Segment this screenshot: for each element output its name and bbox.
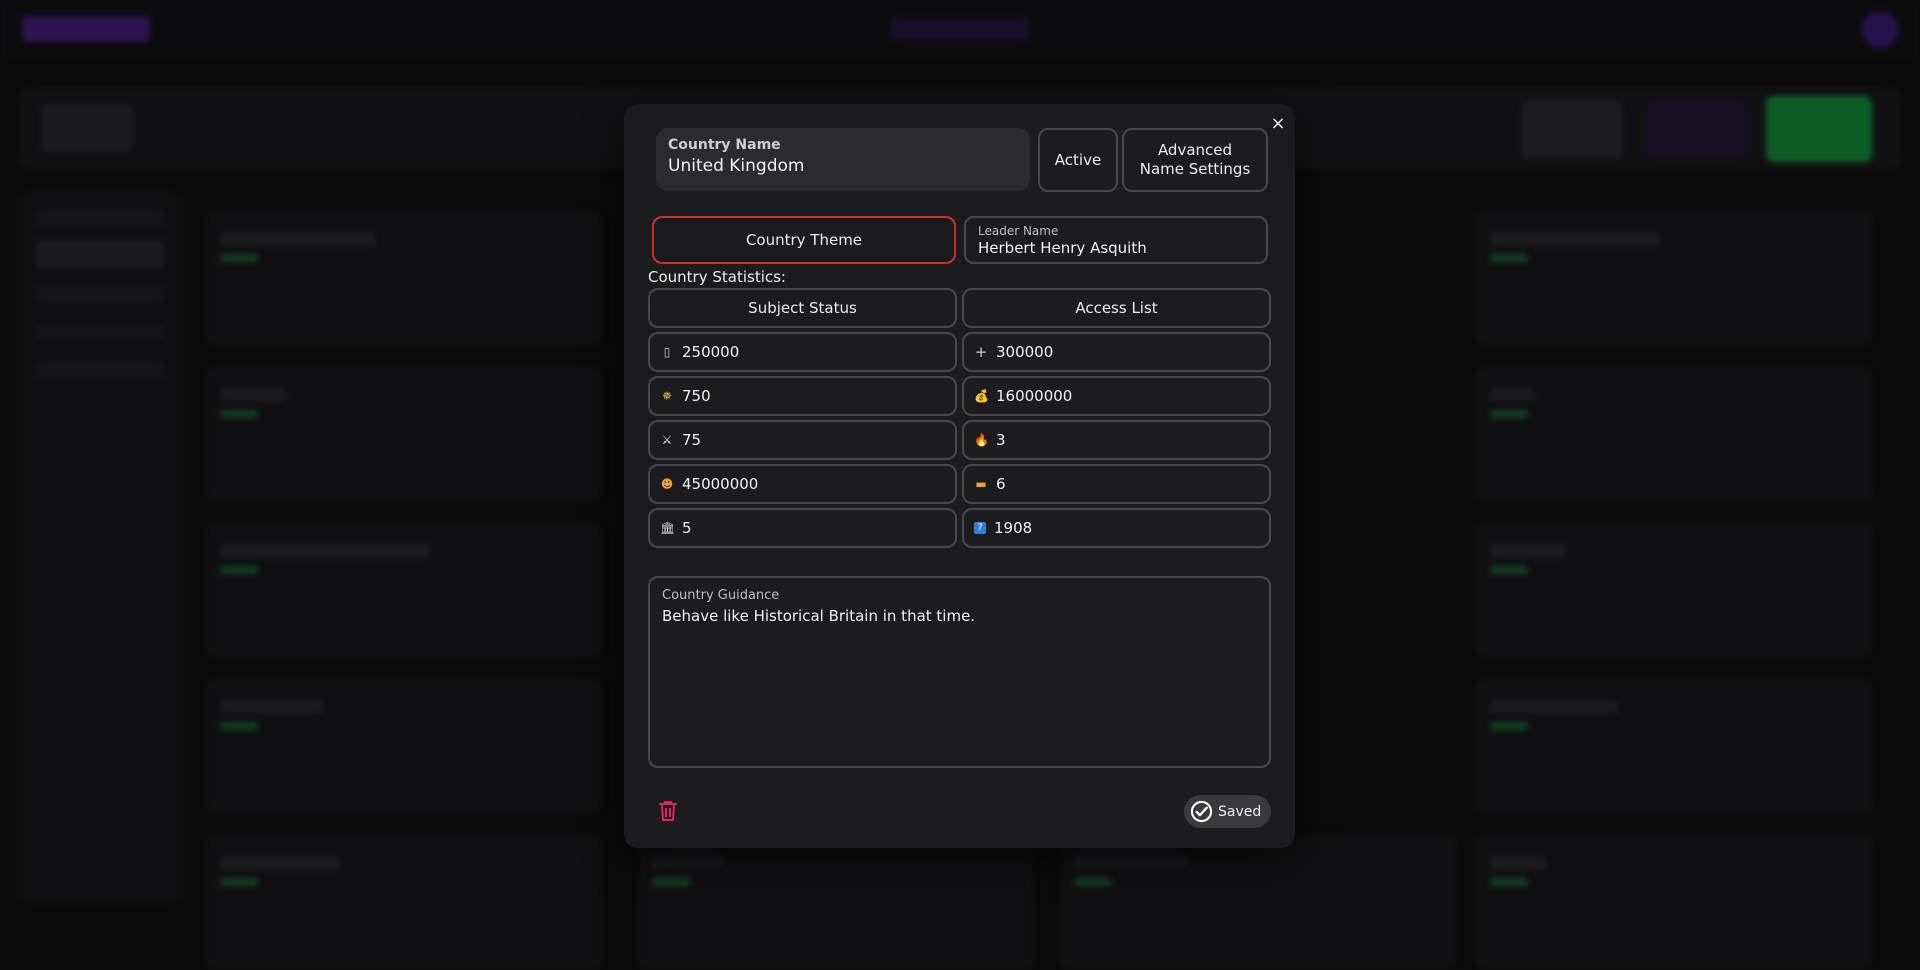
- plus-icon: +: [974, 343, 988, 361]
- stat-field[interactable]: 🔥 3: [962, 420, 1271, 460]
- stat-field[interactable]: ▬ 6: [962, 464, 1271, 504]
- advanced-label: Advanced Name Settings: [1140, 141, 1251, 179]
- country-card: [206, 522, 602, 658]
- bank-icon: 🏛: [660, 521, 676, 535]
- leader-name-label: Leader Name: [978, 224, 1059, 238]
- stat-value[interactable]: 5: [682, 519, 692, 537]
- country-card: [1060, 834, 1456, 970]
- flag-icon: ▯: [663, 345, 671, 359]
- country-name-label: Country Name: [668, 137, 781, 153]
- country-card: [1476, 678, 1872, 814]
- access-list-label: Access List: [1075, 299, 1158, 317]
- access-list-button[interactable]: Access List: [962, 288, 1271, 328]
- saved-label: Saved: [1218, 803, 1262, 820]
- active-toggle-button[interactable]: Active: [1038, 128, 1118, 192]
- stat-value[interactable]: 3: [996, 431, 1006, 449]
- stat-value[interactable]: 250000: [682, 343, 739, 361]
- leader-name-value[interactable]: Herbert Henry Asquith: [978, 239, 1254, 257]
- country-name-field[interactable]: Country Name United Kingdom: [656, 128, 1030, 191]
- sidebar-item: [36, 362, 164, 378]
- top-bar: [0, 0, 1920, 60]
- active-label: Active: [1054, 151, 1102, 169]
- country-card: [638, 834, 1034, 970]
- toolbar-button-2: [1644, 100, 1748, 158]
- fire-icon: 🔥: [974, 433, 989, 447]
- stat-value[interactable]: 6: [996, 475, 1006, 493]
- country-theme-label: Country Theme: [745, 231, 863, 249]
- country-name-value[interactable]: United Kingdom: [668, 156, 1018, 176]
- country-card: [206, 366, 602, 502]
- trash-icon: [659, 801, 677, 821]
- toolbar-create-button: [1766, 96, 1872, 162]
- crossed-swords-icon: ⚔: [661, 433, 673, 447]
- center-title: [890, 18, 1030, 40]
- calendar-icon: 7: [974, 522, 986, 534]
- avatar: [1862, 12, 1898, 48]
- country-card: [206, 834, 602, 970]
- stat-field[interactable]: ☻ 45000000: [648, 464, 957, 504]
- country-theme-button[interactable]: Country Theme: [652, 216, 956, 264]
- stat-value[interactable]: 1908: [994, 519, 1032, 537]
- saved-button[interactable]: Saved: [1184, 795, 1271, 828]
- stat-field[interactable]: 🏛 5: [648, 508, 957, 548]
- stat-field[interactable]: 💰 16000000: [962, 376, 1271, 416]
- sidebar-item: [36, 240, 164, 268]
- money-bag-icon: 💰: [974, 389, 989, 403]
- stat-field[interactable]: 7 1908: [962, 508, 1271, 548]
- country-statistics-heading: Country Statistics:: [648, 268, 786, 286]
- subject-status-button[interactable]: Subject Status: [648, 288, 957, 328]
- leader-name-field[interactable]: Leader Name Herbert Henry Asquith: [964, 216, 1268, 264]
- country-card: [1476, 834, 1872, 970]
- brand-logo: [22, 16, 150, 42]
- close-icon[interactable]: ×: [1267, 113, 1289, 135]
- country-card: [1476, 366, 1872, 502]
- stat-field[interactable]: ⚔ 75: [648, 420, 957, 460]
- stat-field[interactable]: ✵ 750: [648, 376, 957, 416]
- toolbar-left-block: [40, 105, 134, 151]
- toolbar-button-1: [1520, 100, 1624, 158]
- advanced-label-line1: Advanced: [1157, 141, 1233, 159]
- sidebar-item: [36, 324, 164, 340]
- card-icon: ▬: [975, 477, 987, 491]
- stat-field[interactable]: + 300000: [962, 332, 1271, 372]
- stat-value[interactable]: 300000: [996, 343, 1053, 361]
- star-icon: ✵: [661, 389, 673, 403]
- advanced-name-settings-button[interactable]: Advanced Name Settings: [1122, 128, 1268, 192]
- stat-value[interactable]: 45000000: [682, 475, 758, 493]
- sidebar-item: [36, 286, 164, 302]
- stat-value[interactable]: 75: [682, 431, 701, 449]
- check-circle-icon: [1190, 800, 1213, 823]
- country-card: [206, 678, 602, 814]
- country-guidance-value[interactable]: Behave like Historical Britain in that t…: [662, 607, 1257, 625]
- person-icon: ☻: [660, 477, 674, 491]
- sidebar-item: [36, 210, 164, 226]
- subject-status-label: Subject Status: [748, 299, 857, 317]
- delete-trash-icon[interactable]: [656, 798, 680, 824]
- country-card: [1476, 210, 1872, 346]
- country-card: [1476, 522, 1872, 658]
- country-guidance-textarea[interactable]: Country Guidance Behave like Historical …: [648, 576, 1271, 768]
- stat-value[interactable]: 750: [682, 387, 711, 405]
- stat-field[interactable]: ▯ 250000: [648, 332, 957, 372]
- country-card: [206, 210, 602, 346]
- stat-value[interactable]: 16000000: [996, 387, 1072, 405]
- advanced-label-line2: Name Settings: [1139, 160, 1251, 178]
- country-guidance-label: Country Guidance: [662, 588, 780, 603]
